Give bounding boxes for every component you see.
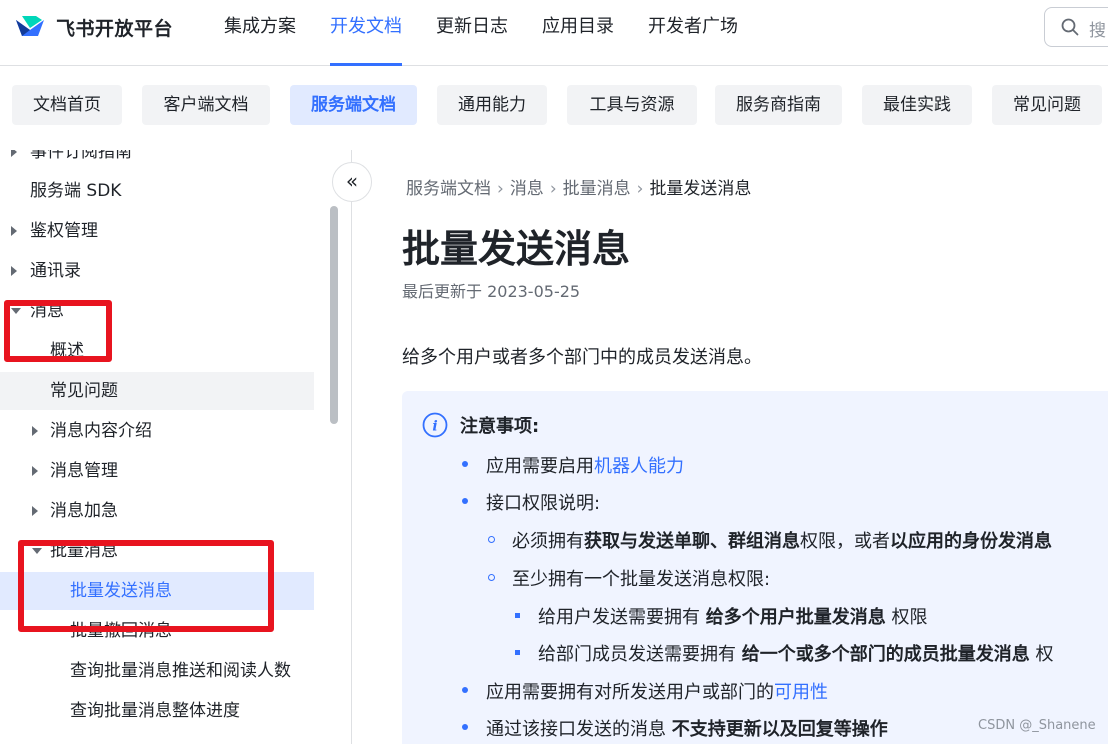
caret-right-icon[interactable] xyxy=(11,226,17,236)
bullet-disc xyxy=(462,498,468,504)
last-updated: 最后更新于 2023-05-25 xyxy=(402,282,581,301)
page-title: 批量发送消息 xyxy=(402,227,631,271)
info-icon: i xyxy=(422,412,448,438)
category-tab[interactable]: 客户端文档 xyxy=(142,85,270,125)
sidebar-nav: 事件订阅指南 服务端 SDK 鉴权管理 通讯录 消息 概述 常见问题 消息内容介绍 消息管理 消息… xyxy=(0,150,352,744)
breadcrumb: 服务端文档 › 消息 › 批量消息 › 批量发送消息 xyxy=(406,174,751,199)
sidebar-item-label: 消息加急 xyxy=(50,501,118,521)
sidebar-item-label: 事件订阅指南 xyxy=(30,150,132,162)
top-nav-item[interactable]: 更新日志 xyxy=(436,0,508,66)
sidebar-item-label: 常见问题 xyxy=(50,381,118,401)
search-box[interactable]: 搜 xyxy=(1044,7,1108,47)
bullet-disc xyxy=(462,724,468,730)
bullet-square xyxy=(515,650,520,655)
note-heading: 注意事项: xyxy=(460,416,540,437)
category-tab[interactable]: 通用能力 xyxy=(437,85,547,125)
sidebar-item[interactable]: 查询批量消息整体进度 xyxy=(0,692,314,730)
caret-right-icon[interactable] xyxy=(11,266,17,276)
breadcrumb-item[interactable]: 消息 xyxy=(510,179,544,199)
breadcrumb-item[interactable]: 批量消息 xyxy=(563,179,631,199)
caret-right-icon[interactable] xyxy=(11,150,17,157)
top-nav-item[interactable]: 开发文档 xyxy=(330,0,402,66)
note-item: 应用需要启用机器人能力 xyxy=(486,456,684,477)
caret-right-icon[interactable] xyxy=(32,466,38,476)
brand-name: 飞书开放平台 xyxy=(56,17,174,40)
page-intro: 给多个用户或者多个部门中的成员发送消息。 xyxy=(402,347,762,368)
caret-right-icon[interactable] xyxy=(32,506,38,516)
annotation-box-batch-messages xyxy=(18,540,274,632)
breadcrumb-separator-icon: › xyxy=(636,179,644,199)
sidebar-item[interactable]: 消息加急 xyxy=(0,492,314,530)
breadcrumb-item: 批量发送消息 xyxy=(649,179,752,199)
sidebar-item-label: 通讯录 xyxy=(30,261,81,281)
caret-right-icon[interactable] xyxy=(32,426,38,436)
category-tab[interactable]: 工具与资源 xyxy=(567,85,697,125)
top-nav-item[interactable]: 开发者广场 xyxy=(648,0,738,66)
annotation-box-messages xyxy=(4,300,112,362)
sidebar-item-label: 查询批量消息推送和阅读人数 xyxy=(70,661,291,681)
info-glyph: i xyxy=(432,419,437,435)
sidebar-item[interactable]: 事件订阅指南 xyxy=(0,150,314,171)
bullet-square xyxy=(515,613,520,618)
search-icon xyxy=(1061,18,1079,36)
sidebar-item[interactable]: 通讯录 xyxy=(0,252,314,290)
main-content: 服务端文档 › 消息 › 批量消息 › 批量发送消息 批量发送消息 最后更新于 2023-0… xyxy=(352,150,1108,744)
category-tab[interactable]: 常见问题 xyxy=(992,85,1102,125)
bullet-circle xyxy=(488,574,495,581)
sidebar-scrollbar[interactable] xyxy=(330,206,338,424)
top-nav-item[interactable]: 应用目录 xyxy=(542,0,614,66)
note-item: 接口权限说明: xyxy=(486,493,601,514)
category-tab[interactable]: 最佳实践 xyxy=(862,85,972,125)
doc-category-tabs: 文档首页 客户端文档 服务端文档 通用能力 工具与资源 服务商指南 最佳实践 常见问题 xyxy=(0,67,1108,145)
sidebar-item-label: 消息管理 xyxy=(50,461,118,481)
collapse-sidebar-button[interactable]: « xyxy=(332,162,372,202)
robot-capability-link[interactable]: 机器人能力 xyxy=(594,456,684,477)
top-header: 飞书开放平台 集成方案 开发文档 更新日志 应用目录 开发者广场 搜 xyxy=(0,0,1108,66)
category-tab[interactable]: 服务商指南 xyxy=(715,85,842,125)
sidebar-item-label: 查询批量消息整体进度 xyxy=(70,701,240,721)
availability-link[interactable]: 可用性 xyxy=(774,682,828,703)
brand-logo[interactable]: 飞书开放平台 xyxy=(14,12,173,42)
bullet-disc xyxy=(462,687,468,693)
sidebar-item[interactable]: 消息内容介绍 xyxy=(0,412,314,450)
sidebar-item[interactable]: 鉴权管理 xyxy=(0,212,314,250)
watermark: CSDN @_Shanene xyxy=(978,718,1096,733)
sidebar-item-label: 鉴权管理 xyxy=(30,221,98,241)
feishu-logo-icon xyxy=(16,16,44,36)
note-item: 通过该接口发送的消息 不支持更新以及回复等操作 xyxy=(486,719,888,740)
top-nav-item[interactable]: 集成方案 xyxy=(224,0,296,66)
note-callout: i 注意事项: 应用需要启用机器人能力 接口权限说明: 必须拥有获取与发送单聊、… xyxy=(402,391,1108,744)
sidebar-item[interactable]: 消息管理 xyxy=(0,452,314,490)
sidebar-item[interactable]: 服务端 SDK xyxy=(0,172,314,210)
bullet-disc xyxy=(462,461,468,467)
category-tab[interactable]: 文档首页 xyxy=(12,85,122,125)
double-chevron-left-icon: « xyxy=(345,169,359,193)
sidebar-item-label: 消息内容介绍 xyxy=(50,421,152,441)
search-placeholder: 搜 xyxy=(1089,21,1106,41)
breadcrumb-separator-icon: › xyxy=(549,179,557,199)
note-item: 应用需要拥有对所发送用户或部门的可用性 xyxy=(486,682,828,703)
note-subitem: 至少拥有一个批量发送消息权限: xyxy=(512,569,771,590)
sidebar-item[interactable]: 查询批量消息推送和阅读人数 xyxy=(0,652,314,690)
note-subsubitem: 给用户发送需要拥有 给多个用户批量发消息 权限 xyxy=(538,607,928,628)
note-subsubitem: 给部门成员发送需要拥有 给一个或多个部门的成员批量发消息 权 xyxy=(538,644,1054,665)
category-tab[interactable]: 服务端文档 xyxy=(290,85,417,125)
breadcrumb-separator-icon: › xyxy=(497,179,504,199)
note-subitem: 必须拥有获取与发送单聊、群组消息权限，或者以应用的身份发消息 xyxy=(512,531,1052,552)
sidebar-item[interactable]: 常见问题 xyxy=(0,372,314,410)
sidebar-item-label: 服务端 SDK xyxy=(30,181,122,201)
bullet-circle xyxy=(488,536,495,543)
breadcrumb-item[interactable]: 服务端文档 xyxy=(406,179,491,199)
top-nav: 集成方案 开发文档 更新日志 应用目录 开发者广场 xyxy=(224,0,772,66)
